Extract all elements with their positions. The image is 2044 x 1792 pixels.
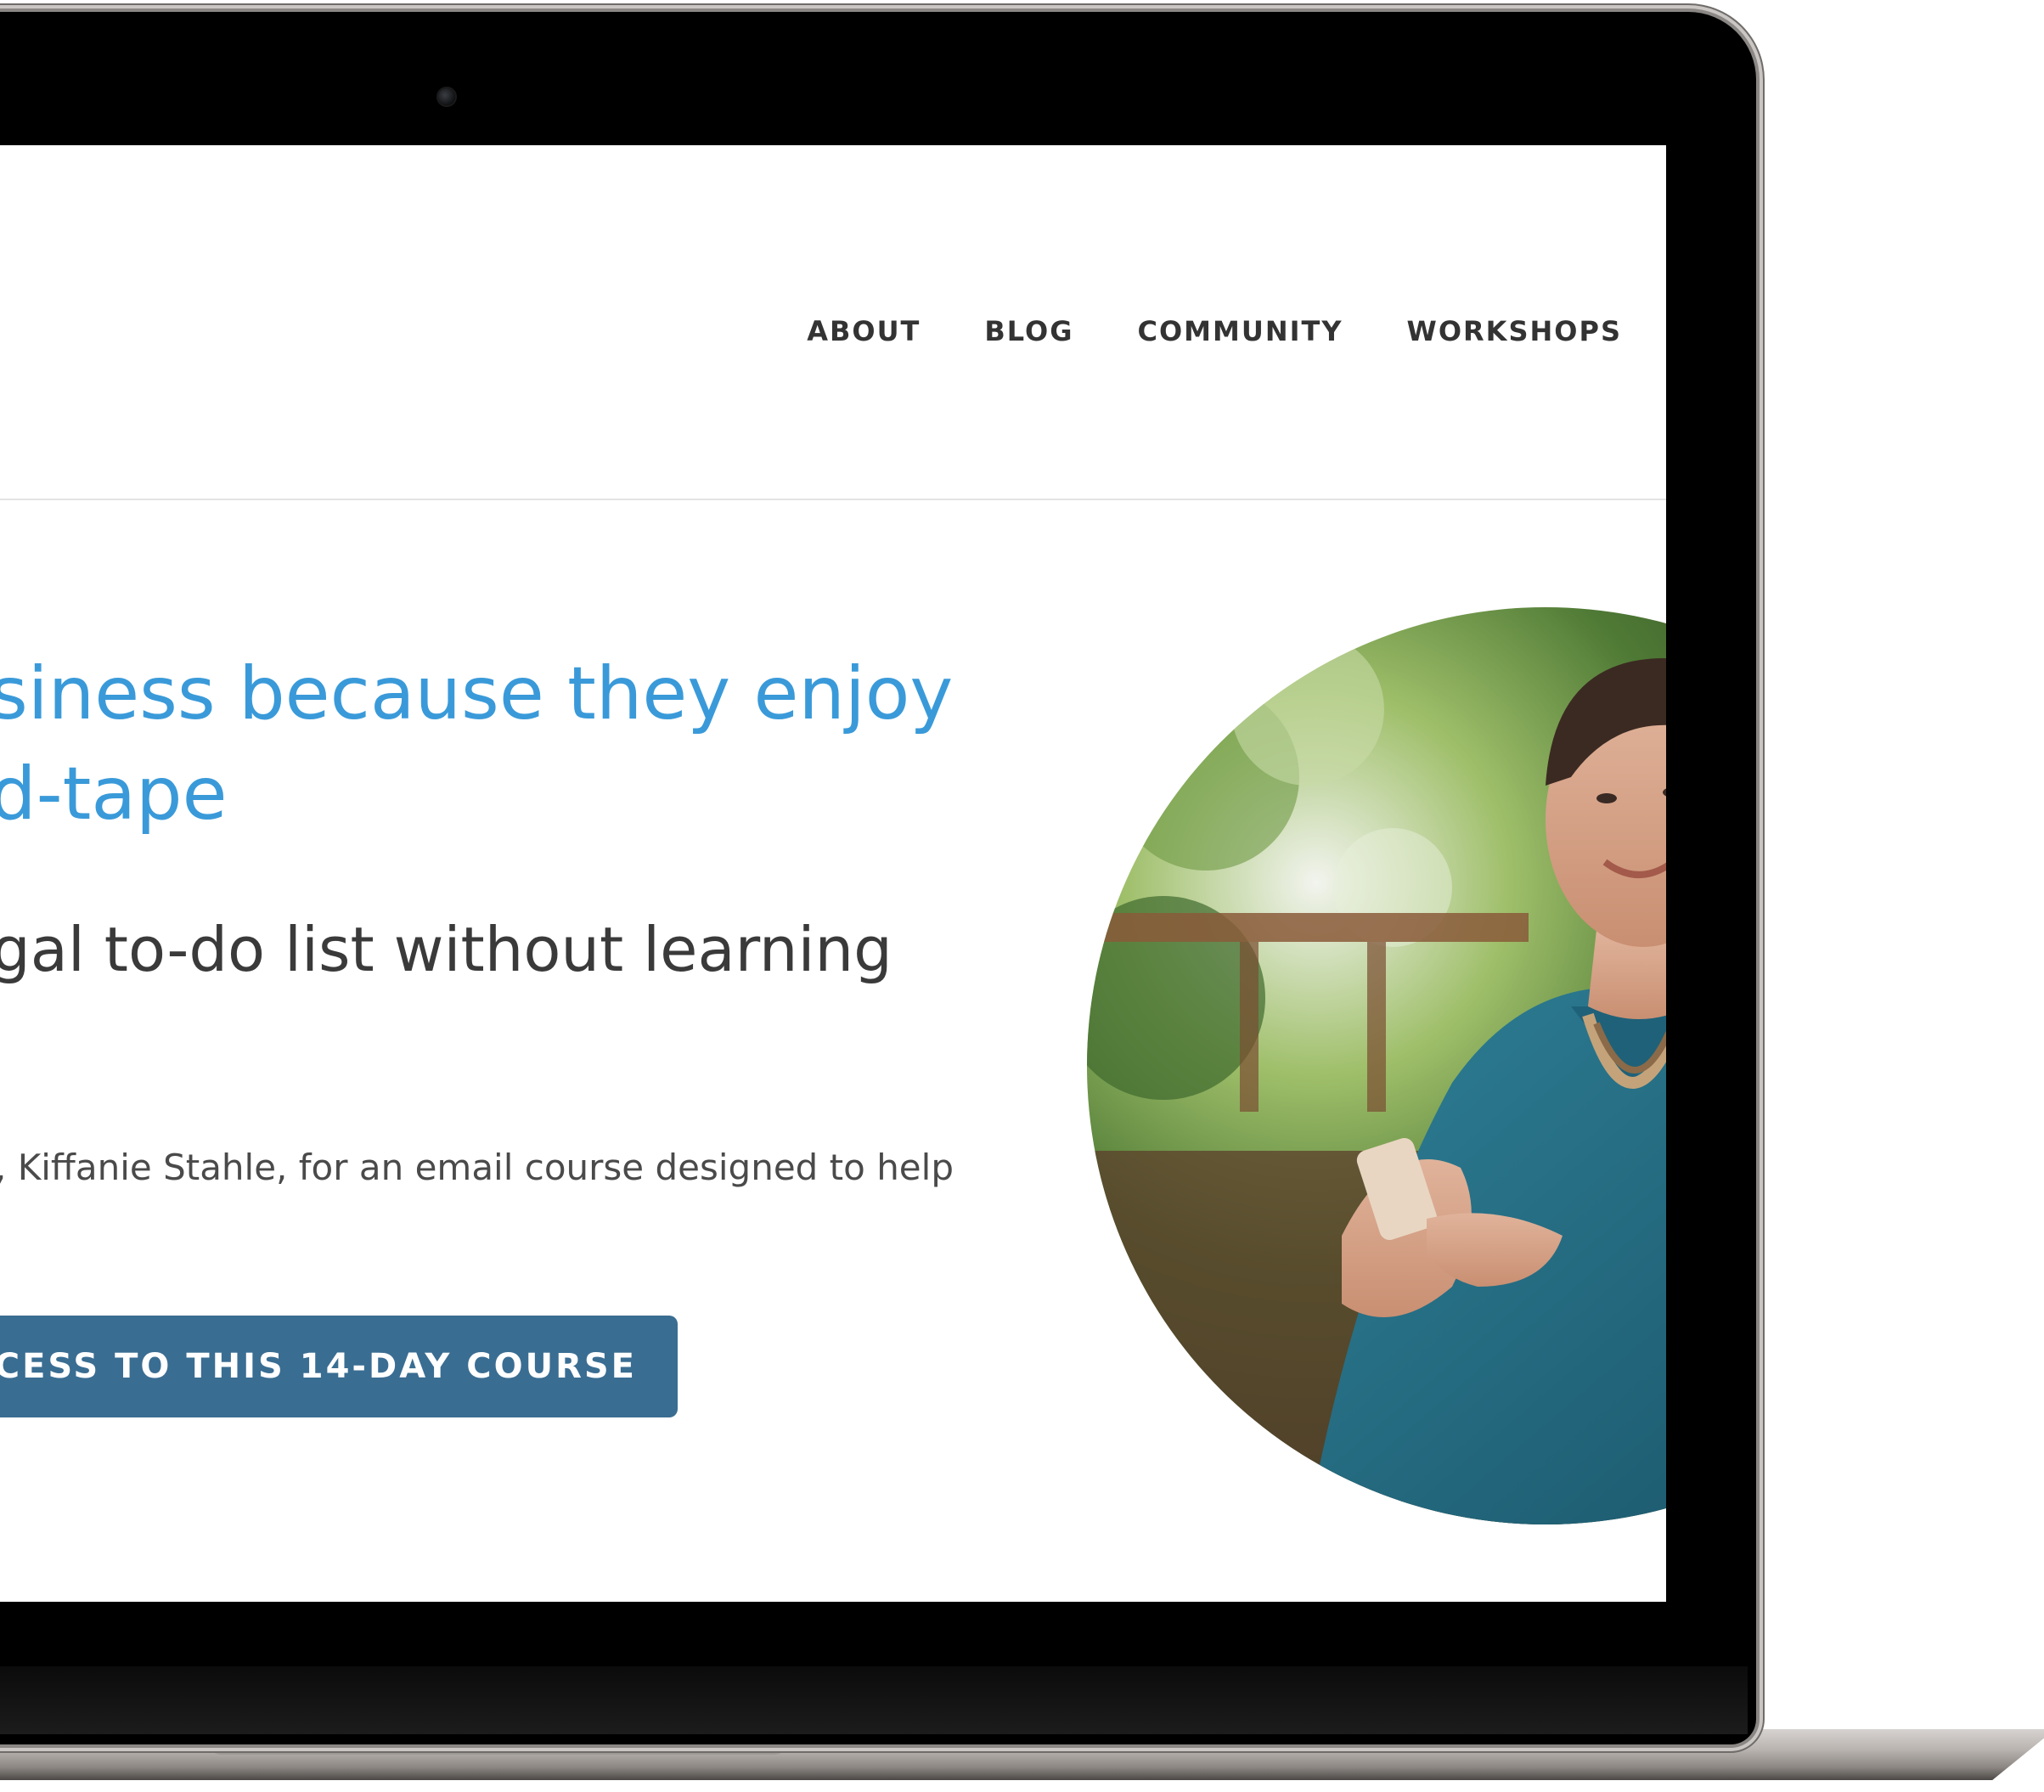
- nav-item-community[interactable]: COMMUNITY: [1137, 315, 1343, 347]
- nav-item-about[interactable]: ABOUT: [807, 315, 921, 347]
- hero-headline-line1: siness because they enjoy: [0, 651, 954, 736]
- hero-headline: siness because they enjoy d-tape: [0, 644, 953, 844]
- hero-photo: [1087, 607, 1666, 1524]
- camera-icon: [438, 88, 455, 105]
- course-access-button[interactable]: CCESS TO THIS 14-DAY COURSE: [0, 1316, 678, 1417]
- laptop-mockup: ABOUT BLOG COMMUNITY WORKSHOPS siness be…: [0, 0, 2044, 1792]
- website-screen: ABOUT BLOG COMMUNITY WORKSHOPS siness be…: [0, 145, 1666, 1602]
- main-nav: ABOUT BLOG COMMUNITY WORKSHOPS: [807, 315, 1622, 347]
- laptop-bottom-bezel: [0, 1666, 1748, 1734]
- hero-intro-text: , Kiffanie Stahle, for an email course d…: [0, 1147, 954, 1188]
- header-divider: [0, 499, 1666, 500]
- hero-headline-line2: d-tape: [0, 752, 228, 837]
- nav-item-blog[interactable]: BLOG: [984, 315, 1073, 347]
- hero-subhead: gal to-do list without learning: [0, 914, 892, 985]
- woman-with-phone-image: [1087, 607, 1666, 1524]
- nav-item-workshops[interactable]: WORKSHOPS: [1407, 315, 1622, 347]
